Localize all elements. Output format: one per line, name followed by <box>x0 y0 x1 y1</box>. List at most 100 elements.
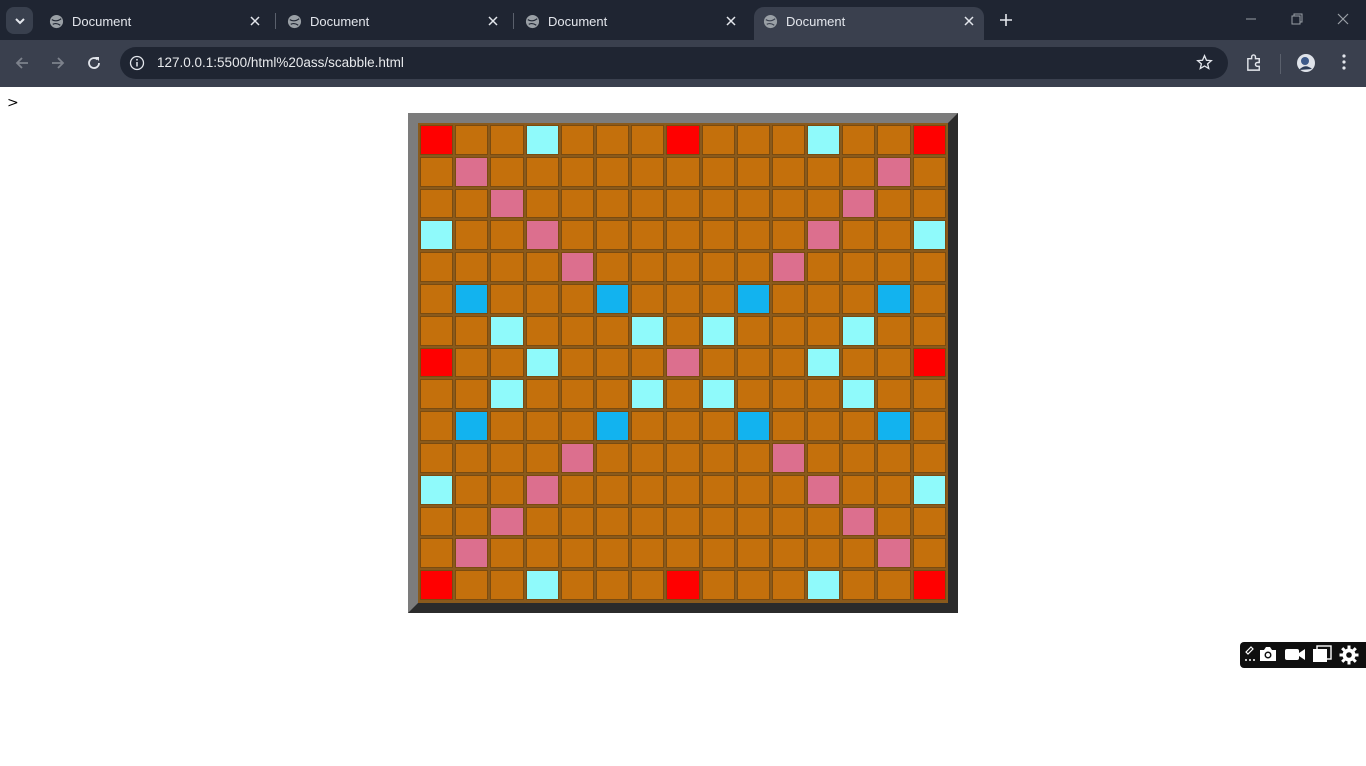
board-cell-normal[interactable] <box>877 570 911 600</box>
board-cell-normal[interactable] <box>912 283 946 314</box>
board-cell-normal[interactable] <box>560 156 594 187</box>
board-cell-normal[interactable] <box>595 442 630 473</box>
board-cell-normal[interactable] <box>525 411 559 441</box>
board-cell-double-word[interactable] <box>666 347 700 378</box>
board-cell-normal[interactable] <box>736 252 770 282</box>
board-cell-normal[interactable] <box>842 347 876 378</box>
board-cell-normal[interactable] <box>420 506 454 537</box>
board-cell-normal[interactable] <box>701 570 735 600</box>
camera-icon[interactable] <box>1258 645 1278 668</box>
board-cell-normal[interactable] <box>560 220 594 251</box>
board-cell-double-word[interactable] <box>771 252 806 282</box>
board-cell-normal[interactable] <box>842 156 876 187</box>
board-cell-normal[interactable] <box>877 220 911 251</box>
board-cell-normal[interactable] <box>877 188 911 219</box>
board-cell-normal[interactable] <box>701 538 735 569</box>
board-cell-normal[interactable] <box>666 156 700 187</box>
board-cell-normal[interactable] <box>595 125 630 155</box>
close-tab-icon[interactable] <box>486 14 500 28</box>
board-cell-normal[interactable] <box>560 315 594 346</box>
restore-icon[interactable] <box>1290 12 1304 26</box>
board-cell-normal[interactable] <box>525 252 559 282</box>
board-cell-normal[interactable] <box>877 474 911 505</box>
settings-gear-icon[interactable] <box>1339 645 1359 670</box>
board-cell-triple-word[interactable] <box>912 570 946 600</box>
board-cell-triple-letter[interactable] <box>455 283 489 314</box>
address-bar[interactable]: 127.0.0.1:5500/html%20ass/scabble.html <box>120 47 1228 79</box>
board-cell-normal[interactable] <box>771 506 806 537</box>
board-cell-normal[interactable] <box>771 283 806 314</box>
board-cell-normal[interactable] <box>736 474 770 505</box>
board-cell-normal[interactable] <box>701 188 735 219</box>
board-cell-normal[interactable] <box>666 474 700 505</box>
board-cell-normal[interactable] <box>455 379 489 410</box>
board-cell-normal[interactable] <box>807 442 841 473</box>
video-icon[interactable] <box>1284 645 1306 668</box>
board-cell-normal[interactable] <box>455 188 489 219</box>
board-cell-normal[interactable] <box>595 474 630 505</box>
board-cell-normal[interactable] <box>560 347 594 378</box>
board-cell-normal[interactable] <box>877 379 911 410</box>
extensions-icon[interactable] <box>1245 53 1264 72</box>
board-cell-normal[interactable] <box>595 188 630 219</box>
bookmark-star-icon[interactable] <box>1196 54 1213 71</box>
board-cell-normal[interactable] <box>455 474 489 505</box>
board-cell-normal[interactable] <box>666 411 700 441</box>
board-cell-normal[interactable] <box>455 442 489 473</box>
board-cell-normal[interactable] <box>912 411 946 441</box>
board-cell-normal[interactable] <box>666 442 700 473</box>
board-cell-normal[interactable] <box>595 379 630 410</box>
board-cell-normal[interactable] <box>877 315 911 346</box>
board-cell-normal[interactable] <box>490 125 524 155</box>
board-cell-normal[interactable] <box>666 252 700 282</box>
board-cell-normal[interactable] <box>736 570 770 600</box>
board-cell-triple-letter[interactable] <box>595 411 630 441</box>
board-cell-normal[interactable] <box>771 188 806 219</box>
board-cell-normal[interactable] <box>701 506 735 537</box>
close-window-icon[interactable] <box>1336 12 1350 26</box>
board-cell-normal[interactable] <box>631 442 665 473</box>
board-cell-double-letter[interactable] <box>807 347 841 378</box>
board-cell-normal[interactable] <box>455 506 489 537</box>
board-cell-normal[interactable] <box>455 570 489 600</box>
minimize-icon[interactable] <box>1244 12 1258 26</box>
close-tab-icon[interactable] <box>724 14 738 28</box>
board-cell-normal[interactable] <box>490 347 524 378</box>
board-cell-normal[interactable] <box>420 188 454 219</box>
board-cell-double-word[interactable] <box>455 538 489 569</box>
board-cell-normal[interactable] <box>560 538 594 569</box>
board-cell-double-word[interactable] <box>560 252 594 282</box>
board-cell-normal[interactable] <box>736 538 770 569</box>
board-cell-normal[interactable] <box>525 188 559 219</box>
board-cell-normal[interactable] <box>560 188 594 219</box>
board-cell-normal[interactable] <box>595 315 630 346</box>
board-cell-normal[interactable] <box>631 506 665 537</box>
board-cell-normal[interactable] <box>525 506 559 537</box>
board-cell-normal[interactable] <box>912 442 946 473</box>
board-cell-normal[interactable] <box>525 442 559 473</box>
board-cell-normal[interactable] <box>560 125 594 155</box>
board-cell-normal[interactable] <box>842 283 876 314</box>
tab-4-active[interactable]: Document <box>754 7 984 40</box>
board-cell-normal[interactable] <box>560 474 594 505</box>
board-cell-normal[interactable] <box>912 506 946 537</box>
board-cell-normal[interactable] <box>420 156 454 187</box>
board-cell-normal[interactable] <box>631 220 665 251</box>
board-cell-normal[interactable] <box>631 570 665 600</box>
edit-icon[interactable] <box>1243 644 1257 669</box>
board-cell-normal[interactable] <box>595 347 630 378</box>
board-cell-double-word[interactable] <box>807 220 841 251</box>
board-cell-normal[interactable] <box>631 538 665 569</box>
board-cell-double-letter[interactable] <box>912 474 946 505</box>
board-cell-double-letter[interactable] <box>525 570 559 600</box>
tab-3[interactable]: Document <box>516 7 746 40</box>
board-cell-normal[interactable] <box>701 442 735 473</box>
profile-avatar-icon[interactable] <box>1296 53 1316 73</box>
board-cell-normal[interactable] <box>736 442 770 473</box>
board-cell-normal[interactable] <box>490 411 524 441</box>
board-cell-normal[interactable] <box>525 156 559 187</box>
board-cell-double-word[interactable] <box>771 442 806 473</box>
board-cell-normal[interactable] <box>525 315 559 346</box>
board-cell-normal[interactable] <box>455 252 489 282</box>
board-cell-triple-word[interactable] <box>420 125 454 155</box>
